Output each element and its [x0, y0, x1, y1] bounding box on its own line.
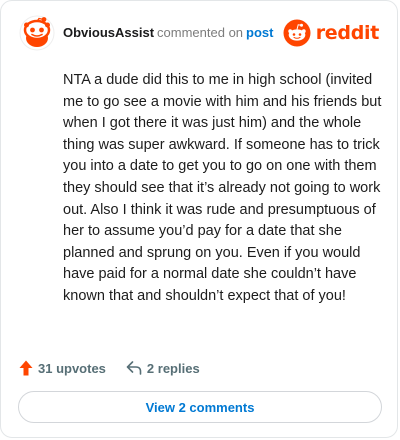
view-comments-button[interactable]: View 2 comments [18, 391, 382, 423]
reddit-logo-icon [283, 19, 311, 47]
reply-arrow-icon [126, 361, 142, 375]
upvote-arrow-icon [19, 360, 33, 376]
upvote-button[interactable]: 31 upvotes [19, 360, 106, 376]
comment-header: ObviousAssist commented on post reddit [19, 15, 379, 55]
snoo-avatar-icon [19, 15, 55, 51]
upvote-count: 31 upvotes [38, 360, 106, 376]
reddit-brand[interactable]: reddit [283, 19, 379, 47]
username-link[interactable]: ObviousAssist [63, 25, 154, 40]
replies-button[interactable]: 2 replies [126, 361, 200, 376]
comment-actions: 31 upvotes 2 replies [19, 357, 200, 379]
user-avatar[interactable] [19, 15, 55, 51]
replies-count: 2 replies [146, 360, 200, 376]
action-text: commented on [157, 25, 244, 40]
comment-card: ObviousAssist commented on post reddit NTA… [0, 0, 398, 438]
post-link[interactable]: post [246, 25, 273, 40]
comment-meta: ObviousAssist commented on post [63, 25, 273, 41]
comment-body: NTA a dude did this to me in high school… [63, 72, 382, 304]
brand-wordmark: reddit [315, 22, 380, 44]
